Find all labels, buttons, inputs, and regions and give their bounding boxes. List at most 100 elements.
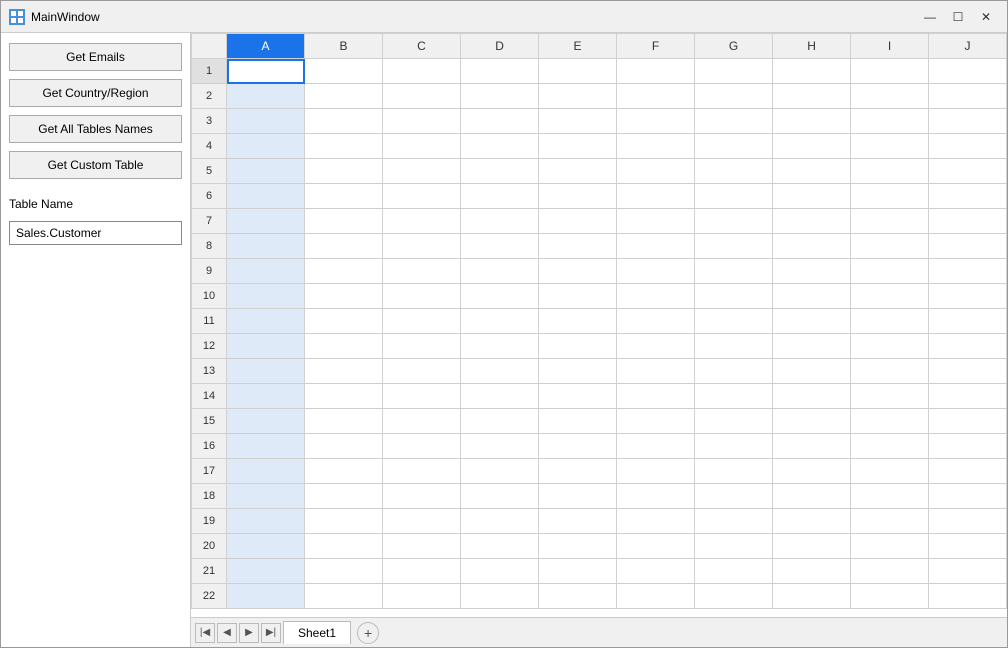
cell-D7[interactable] — [461, 209, 539, 234]
cell-A17[interactable] — [227, 459, 305, 484]
cell-B1[interactable] — [305, 59, 383, 84]
cell-G12[interactable] — [695, 334, 773, 359]
cell-D6[interactable] — [461, 184, 539, 209]
cell-C3[interactable] — [383, 109, 461, 134]
cell-J3[interactable] — [928, 109, 1006, 134]
row-header-5[interactable]: 5 — [192, 159, 227, 184]
cell-C18[interactable] — [383, 484, 461, 509]
cell-D4[interactable] — [461, 134, 539, 159]
cell-E7[interactable] — [539, 209, 617, 234]
cell-H8[interactable] — [773, 234, 851, 259]
row-header-1[interactable]: 1 — [192, 59, 227, 84]
sheet-tab-1[interactable]: Sheet1 — [283, 621, 351, 644]
cell-H20[interactable] — [773, 534, 851, 559]
cell-I17[interactable] — [851, 459, 929, 484]
col-header-F[interactable]: F — [617, 34, 695, 59]
cell-B4[interactable] — [305, 134, 383, 159]
row-header-16[interactable]: 16 — [192, 434, 227, 459]
cell-D5[interactable] — [461, 159, 539, 184]
cell-C10[interactable] — [383, 284, 461, 309]
cell-H9[interactable] — [773, 259, 851, 284]
cell-A3[interactable] — [227, 109, 305, 134]
cell-J14[interactable] — [928, 384, 1006, 409]
cell-C14[interactable] — [383, 384, 461, 409]
cell-C22[interactable] — [383, 584, 461, 609]
cell-I14[interactable] — [851, 384, 929, 409]
cell-J11[interactable] — [928, 309, 1006, 334]
cell-E19[interactable] — [539, 509, 617, 534]
cell-A13[interactable] — [227, 359, 305, 384]
cell-C4[interactable] — [383, 134, 461, 159]
cell-I5[interactable] — [851, 159, 929, 184]
cell-F22[interactable] — [617, 584, 695, 609]
cell-E16[interactable] — [539, 434, 617, 459]
cell-H11[interactable] — [773, 309, 851, 334]
cell-D14[interactable] — [461, 384, 539, 409]
cell-H17[interactable] — [773, 459, 851, 484]
cell-E1[interactable] — [539, 59, 617, 84]
cell-H3[interactable] — [773, 109, 851, 134]
row-header-14[interactable]: 14 — [192, 384, 227, 409]
cell-A10[interactable] — [227, 284, 305, 309]
cell-G11[interactable] — [695, 309, 773, 334]
cell-H21[interactable] — [773, 559, 851, 584]
cell-I18[interactable] — [851, 484, 929, 509]
cell-J13[interactable] — [928, 359, 1006, 384]
cell-I19[interactable] — [851, 509, 929, 534]
row-header-21[interactable]: 21 — [192, 559, 227, 584]
cell-B18[interactable] — [305, 484, 383, 509]
cell-F15[interactable] — [617, 409, 695, 434]
cell-G13[interactable] — [695, 359, 773, 384]
cell-B14[interactable] — [305, 384, 383, 409]
table-name-input[interactable] — [9, 221, 182, 245]
cell-G20[interactable] — [695, 534, 773, 559]
cell-H10[interactable] — [773, 284, 851, 309]
row-header-11[interactable]: 11 — [192, 309, 227, 334]
cell-G6[interactable] — [695, 184, 773, 209]
row-header-13[interactable]: 13 — [192, 359, 227, 384]
cell-J2[interactable] — [928, 84, 1006, 109]
cell-I2[interactable] — [851, 84, 929, 109]
cell-B3[interactable] — [305, 109, 383, 134]
cell-C2[interactable] — [383, 84, 461, 109]
cell-I4[interactable] — [851, 134, 929, 159]
cell-E8[interactable] — [539, 234, 617, 259]
cell-I13[interactable] — [851, 359, 929, 384]
cell-C1[interactable] — [383, 59, 461, 84]
cell-G15[interactable] — [695, 409, 773, 434]
cell-G22[interactable] — [695, 584, 773, 609]
cell-H16[interactable] — [773, 434, 851, 459]
cell-F19[interactable] — [617, 509, 695, 534]
cell-F17[interactable] — [617, 459, 695, 484]
cell-E2[interactable] — [539, 84, 617, 109]
col-header-E[interactable]: E — [539, 34, 617, 59]
cell-D12[interactable] — [461, 334, 539, 359]
cell-G7[interactable] — [695, 209, 773, 234]
col-header-H[interactable]: H — [773, 34, 851, 59]
cell-B6[interactable] — [305, 184, 383, 209]
cell-B19[interactable] — [305, 509, 383, 534]
cell-J15[interactable] — [928, 409, 1006, 434]
cell-H4[interactable] — [773, 134, 851, 159]
cell-F4[interactable] — [617, 134, 695, 159]
cell-F12[interactable] — [617, 334, 695, 359]
cell-F18[interactable] — [617, 484, 695, 509]
sheet-nav-last[interactable]: ▶| — [261, 623, 281, 643]
cell-E12[interactable] — [539, 334, 617, 359]
cell-G5[interactable] — [695, 159, 773, 184]
cell-F8[interactable] — [617, 234, 695, 259]
cell-A1[interactable] — [227, 59, 305, 84]
cell-E3[interactable] — [539, 109, 617, 134]
row-header-20[interactable]: 20 — [192, 534, 227, 559]
cell-E11[interactable] — [539, 309, 617, 334]
col-header-A[interactable]: A — [227, 34, 305, 59]
cell-A21[interactable] — [227, 559, 305, 584]
cell-I6[interactable] — [851, 184, 929, 209]
cell-B12[interactable] — [305, 334, 383, 359]
cell-I3[interactable] — [851, 109, 929, 134]
cell-J10[interactable] — [928, 284, 1006, 309]
cell-H6[interactable] — [773, 184, 851, 209]
cell-C15[interactable] — [383, 409, 461, 434]
cell-A16[interactable] — [227, 434, 305, 459]
get-custom-table-button[interactable]: Get Custom Table — [9, 151, 182, 179]
